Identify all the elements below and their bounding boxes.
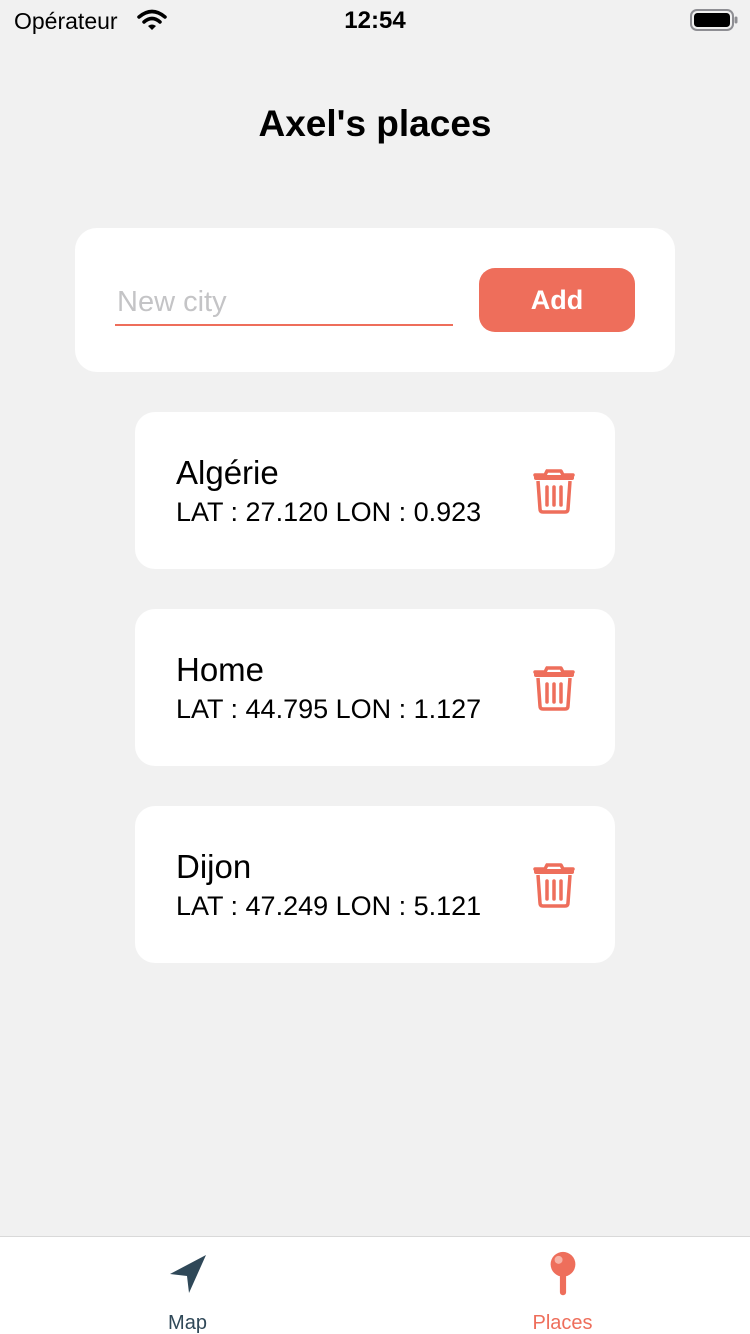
place-name: Home xyxy=(176,651,265,688)
place-card[interactable]: Home LAT : 44.795 LON : 1.127 xyxy=(135,609,615,766)
trash-icon[interactable] xyxy=(531,664,577,712)
place-card[interactable]: Algérie LAT : 27.120 LON : 0.923 xyxy=(135,412,615,569)
tab-map[interactable]: Map xyxy=(0,1237,375,1334)
place-card[interactable]: Dijon LAT : 47.249 LON : 5.121 xyxy=(135,806,615,963)
tab-label-map: Map xyxy=(168,1312,207,1334)
place-list: Algérie LAT : 27.120 LON : 0.923 Home LA… xyxy=(135,412,615,1003)
place-coordinates: LAT : 44.795 LON : 1.127 xyxy=(176,694,482,724)
tab-places[interactable]: Places xyxy=(375,1237,750,1334)
tab-label-places: Places xyxy=(532,1312,593,1334)
map-pin-icon xyxy=(550,1251,576,1296)
page-title: Axel's places xyxy=(258,103,492,144)
battery-icon xyxy=(690,9,738,31)
trash-icon[interactable] xyxy=(531,467,577,515)
status-time: 12:54 xyxy=(344,7,406,34)
add-city-card: Add xyxy=(75,228,675,372)
place-coordinates: LAT : 27.120 LON : 0.923 xyxy=(176,497,482,527)
place-name: Algérie xyxy=(176,454,279,491)
trash-icon[interactable] xyxy=(531,861,577,909)
status-bar: Opérateur 12:54 xyxy=(0,0,750,40)
add-button[interactable]: Add xyxy=(479,268,635,332)
place-name: Dijon xyxy=(176,848,252,885)
new-city-input[interactable] xyxy=(115,280,453,326)
navigation-arrow-icon xyxy=(170,1255,206,1293)
place-coordinates: LAT : 47.249 LON : 5.121 xyxy=(176,891,482,921)
tab-bar: Map Places xyxy=(0,1236,750,1334)
